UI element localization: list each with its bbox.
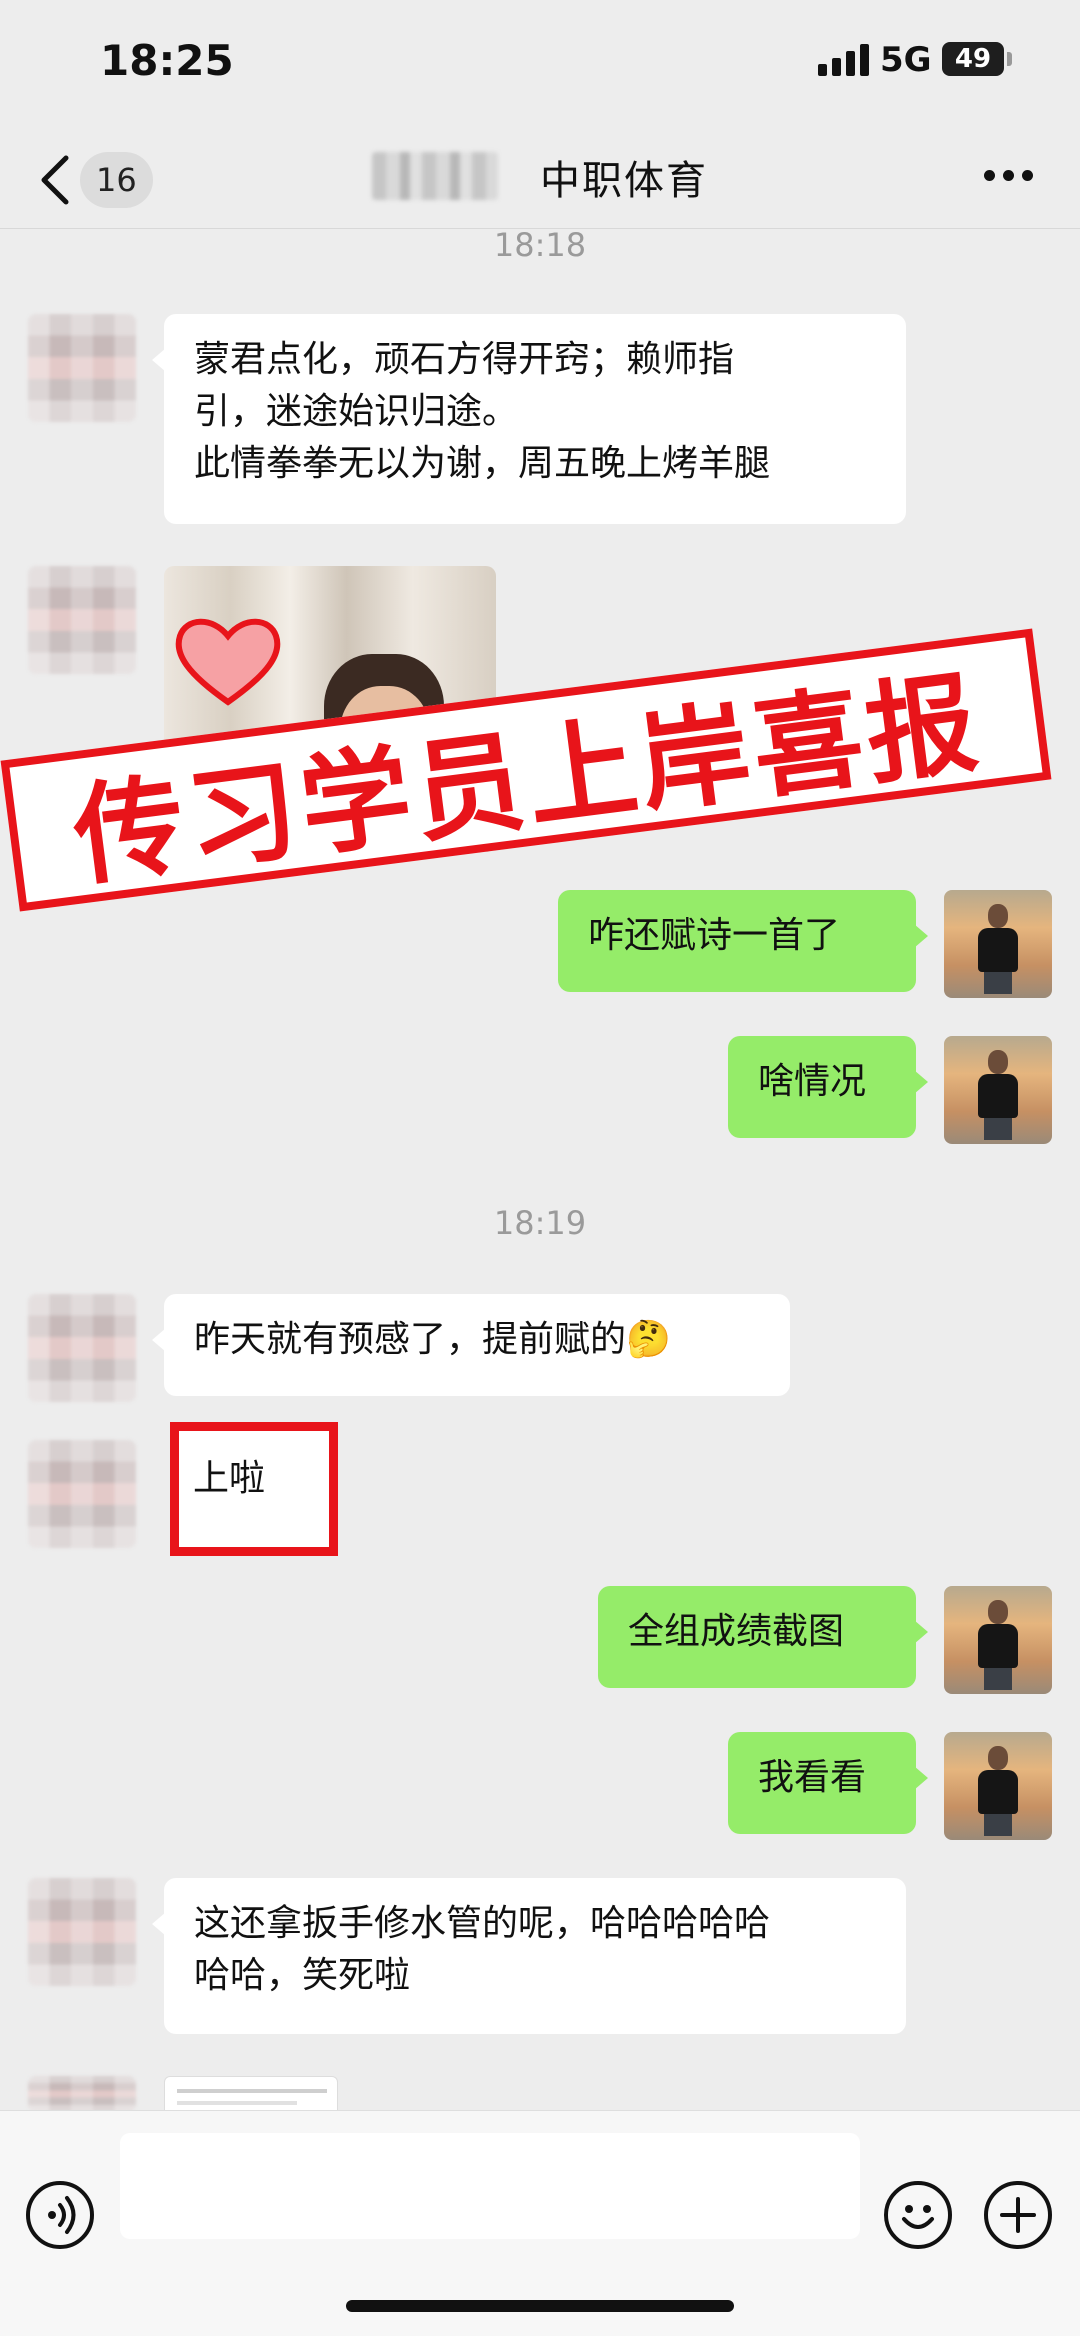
message-text: 啥情况	[758, 1061, 867, 1102]
avatar[interactable]	[28, 1440, 136, 1548]
emoji-icon[interactable]	[884, 2181, 952, 2249]
my-avatar[interactable]	[944, 890, 1052, 998]
message-text: 咋还赋诗一首了	[588, 915, 841, 956]
voice-icon[interactable]	[26, 2181, 94, 2249]
message-input[interactable]	[120, 2133, 860, 2239]
battery-tip	[1007, 52, 1012, 66]
battery-icon: 49	[942, 42, 1004, 76]
avatar[interactable]	[28, 2076, 136, 2112]
timestamp: 18:19	[493, 1204, 587, 1242]
network-type: 5G	[880, 40, 932, 80]
timestamp: 18:18	[493, 226, 587, 264]
my-avatar[interactable]	[944, 1036, 1052, 1144]
message-text: 这还拿扳手修水管的呢，哈哈哈哈哈	[194, 1903, 771, 1944]
message-text: 蒙君点化，顽石方得开窍；赖师指	[194, 339, 735, 380]
home-indicator[interactable]	[346, 2300, 734, 2312]
avatar[interactable]	[28, 566, 136, 674]
signal-icon	[818, 44, 870, 76]
status-bar: 18:25 5G 49	[0, 0, 1080, 120]
message-text: 全组成绩截图	[628, 1611, 845, 1652]
message-bubble[interactable]: 昨天就有预感了，提前赋的🤔	[152, 1294, 790, 1396]
message-bubble[interactable]: 我看看	[728, 1732, 928, 1834]
message-bubble[interactable]: 这还拿扳手修水管的呢，哈哈哈哈哈 哈哈，笑死啦	[152, 1878, 906, 2034]
chat-header: 16 中职体育	[0, 130, 1080, 230]
unread-count-badge[interactable]: 16	[80, 152, 153, 208]
my-avatar[interactable]	[944, 1732, 1052, 1840]
message-bubble[interactable]: 啥情况	[728, 1036, 928, 1138]
message-text: 上啦	[193, 1458, 266, 1499]
plus-icon[interactable]	[984, 2181, 1052, 2249]
status-time: 18:25	[100, 36, 234, 85]
heart-icon	[175, 618, 281, 706]
avatar[interactable]	[28, 314, 136, 422]
avatar[interactable]	[28, 1878, 136, 1986]
message-bubble[interactable]: 蒙君点化，顽石方得开窍；赖师指 引，迷途始识归途。 此情拳拳无以为谢，周五晚上烤…	[152, 314, 906, 524]
screenshot-preview[interactable]	[164, 2076, 338, 2114]
promo-banner: 传习学员上岸喜报	[0, 628, 1052, 912]
message-text: 我看看	[758, 1757, 867, 1798]
message-text: 此情拳拳无以为谢，周五晚上烤羊腿	[194, 443, 771, 484]
blurred-name	[372, 152, 498, 200]
my-avatar[interactable]	[944, 1586, 1052, 1694]
highlighted-message[interactable]: 上啦	[170, 1422, 338, 1556]
avatar[interactable]	[28, 1294, 136, 1402]
message-text: 引，迷途始识归途。	[194, 391, 519, 432]
message-text: 昨天就有预感了，提前赋的🤔	[194, 1319, 671, 1360]
chat-title: 中职体育	[540, 158, 708, 204]
chevron-left-icon[interactable]	[36, 152, 76, 208]
message-bubble[interactable]: 咋还赋诗一首了	[558, 890, 928, 992]
more-dots-icon[interactable]	[984, 170, 1034, 186]
message-bubble[interactable]: 全组成绩截图	[598, 1586, 928, 1688]
message-text: 哈哈，笑死啦	[194, 1955, 411, 1996]
